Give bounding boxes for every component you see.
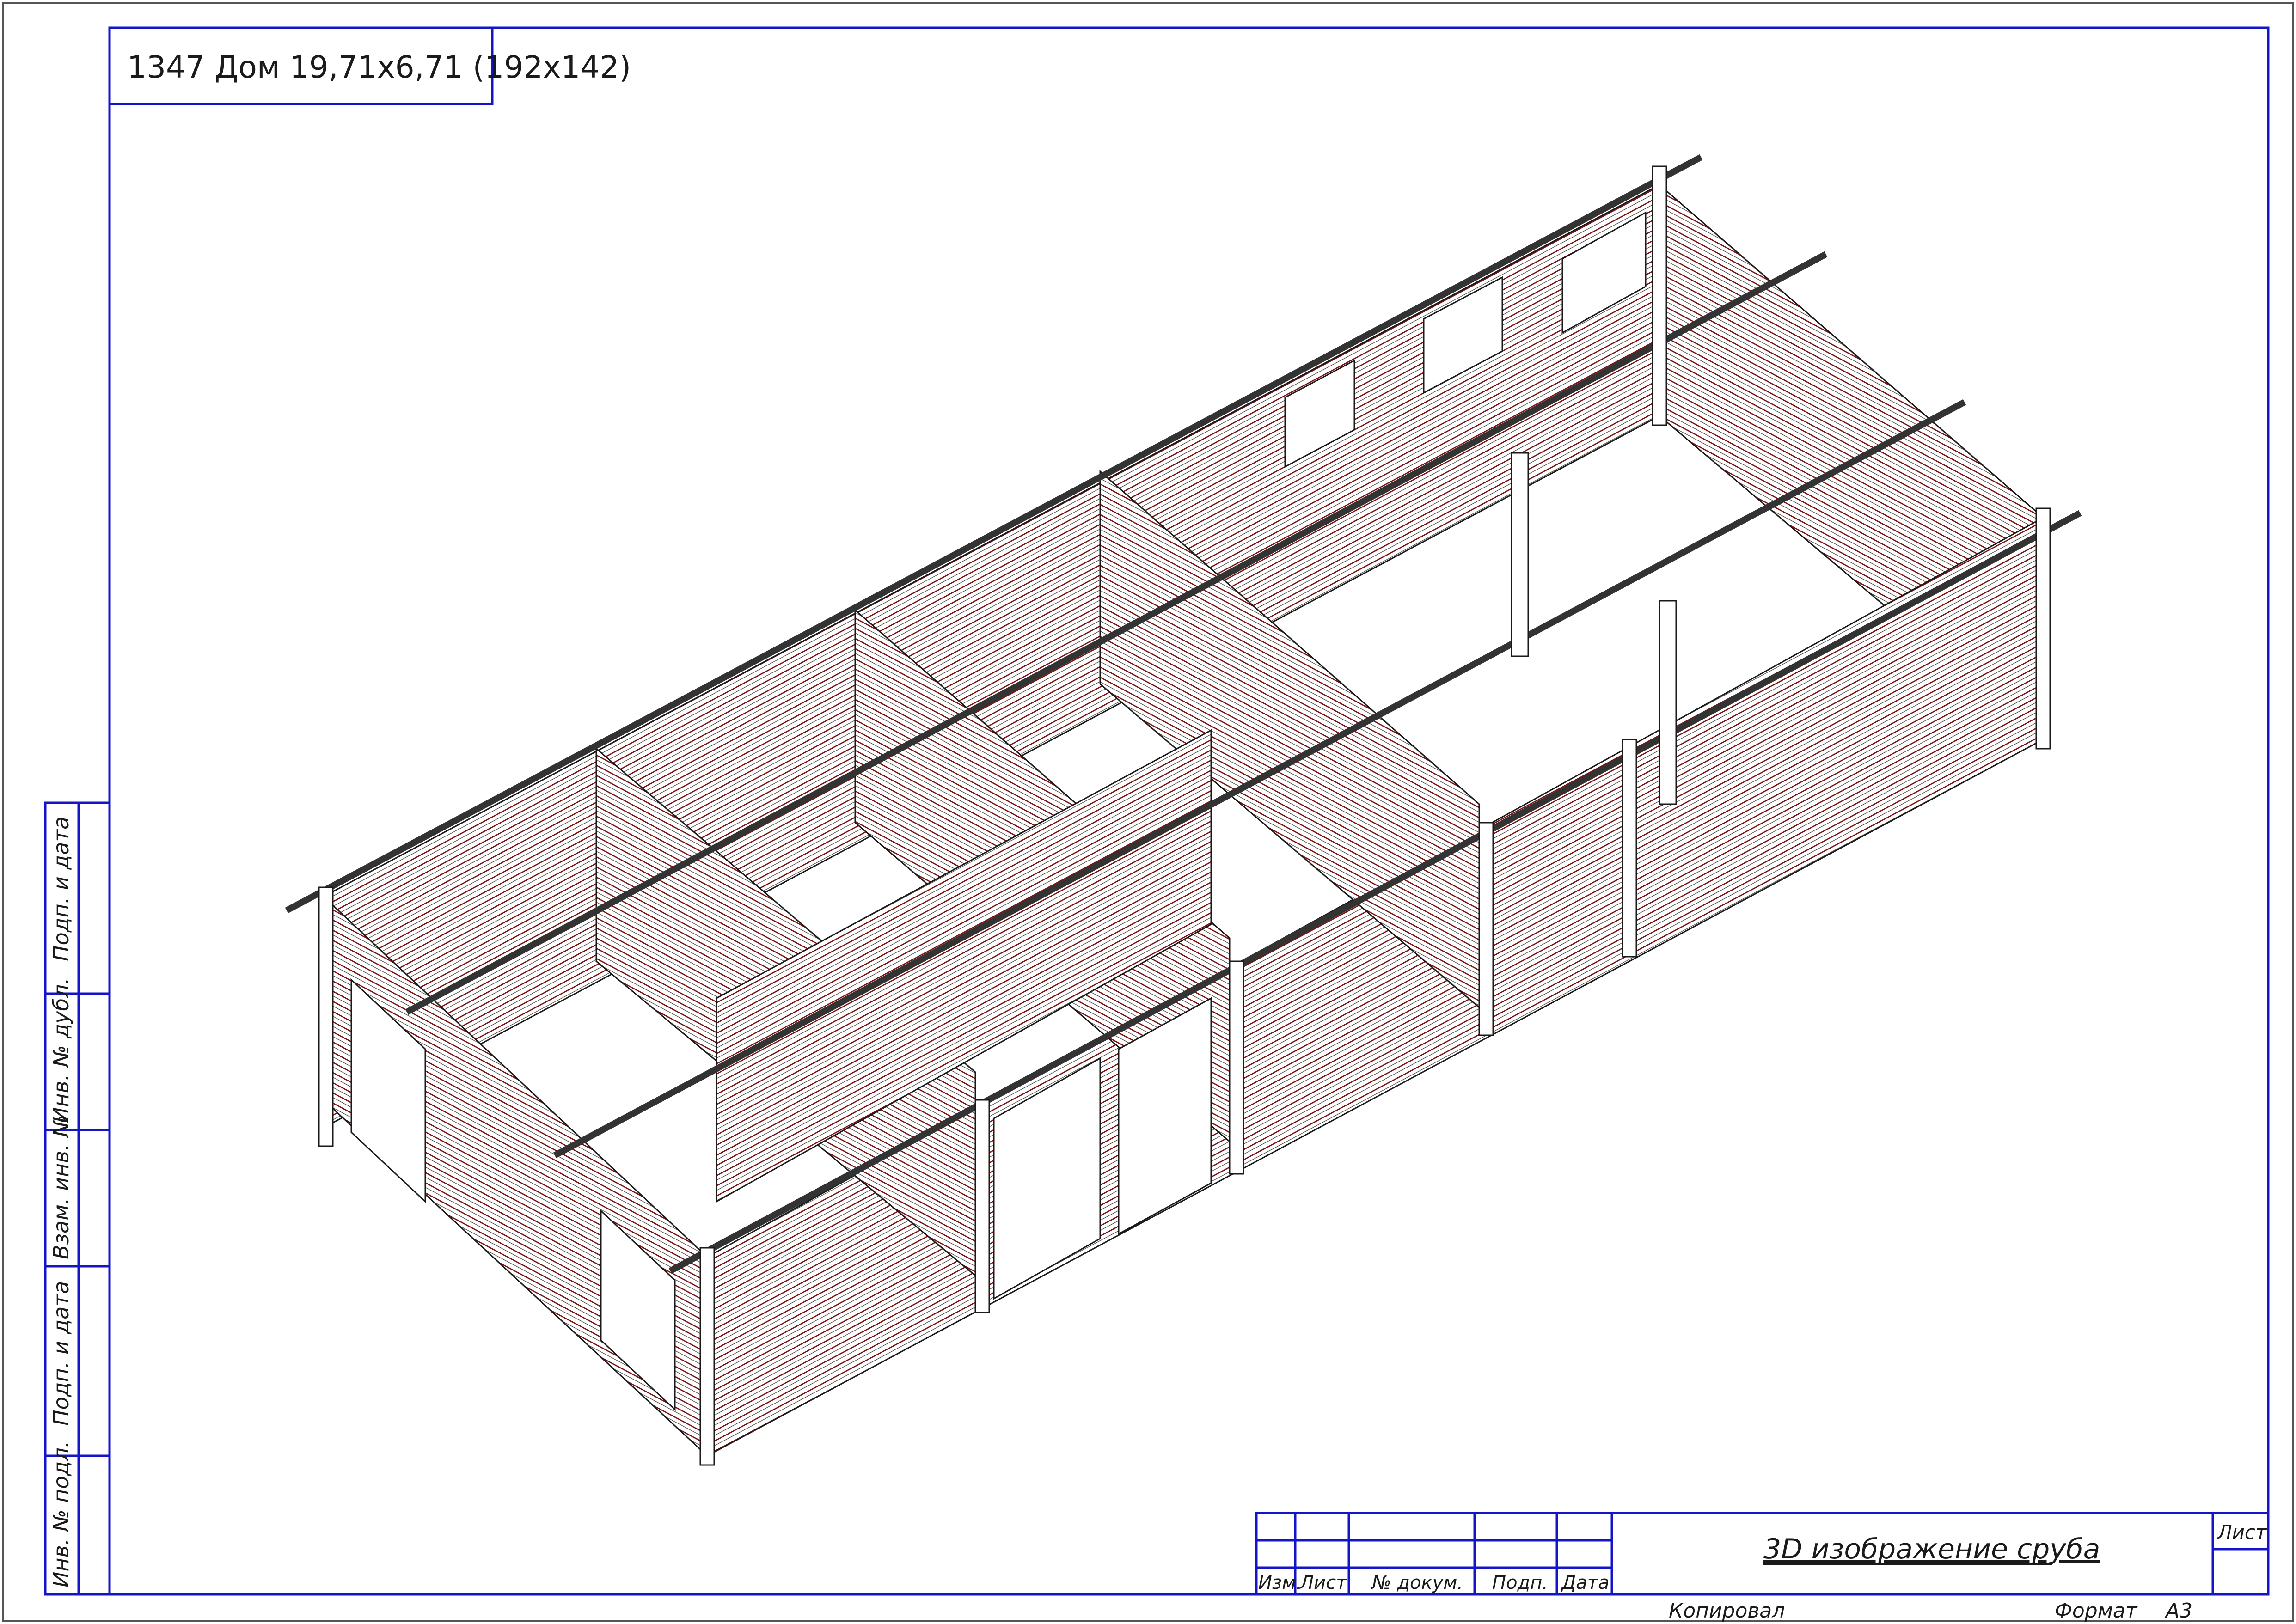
side-stamp-replace: Взам. инв. № bbox=[49, 1115, 73, 1259]
sheet-caption: 3D изображение сруба bbox=[1763, 1533, 2100, 1565]
corner-post-left bbox=[318, 886, 334, 1147]
copied-label: Копировал bbox=[1669, 1599, 1785, 1623]
mid-post-front-2 bbox=[1229, 960, 1244, 1175]
mid-post-front-4 bbox=[1622, 739, 1637, 958]
stamp-col-change: Изм. bbox=[1258, 1572, 1302, 1593]
format-value: А3 bbox=[2164, 1599, 2192, 1623]
interior-column-2 bbox=[1659, 600, 1677, 805]
corner-post-front bbox=[699, 1247, 715, 1466]
sheet-label: Лист bbox=[2216, 1521, 2267, 1544]
side-stamp-signature-1: Подп. и дата bbox=[49, 817, 73, 961]
side-stamp-duplicate: Инв. № дубл. bbox=[49, 977, 73, 1123]
mid-post-front-1 bbox=[974, 1099, 990, 1313]
stamp-col-sheet: Лист bbox=[1299, 1572, 1347, 1593]
interior-column-1 bbox=[1511, 452, 1529, 657]
log-house-model bbox=[285, 154, 2082, 1466]
stamp-col-signature: Подп. bbox=[1492, 1572, 1548, 1593]
drawing-title: 1347 Дом 19,71х6,71 (192х142) bbox=[127, 49, 631, 85]
stamp-col-document: № докум. bbox=[1371, 1572, 1463, 1593]
side-stamp-original: Инв. № подл. bbox=[49, 1441, 73, 1587]
stamp-col-date: Дата bbox=[1561, 1572, 1610, 1593]
side-stamp-signature-2: Подп. и дата bbox=[49, 1281, 73, 1426]
corner-post-right bbox=[2035, 507, 2051, 750]
corner-post-back bbox=[1652, 165, 1667, 426]
drawing-sheet: 1347 Дом 19,71х6,71 (192х142) Подп. и да… bbox=[2, 2, 2294, 1623]
mid-post-front-3 bbox=[1478, 822, 1494, 1036]
format-label: Формат bbox=[2055, 1599, 2138, 1623]
